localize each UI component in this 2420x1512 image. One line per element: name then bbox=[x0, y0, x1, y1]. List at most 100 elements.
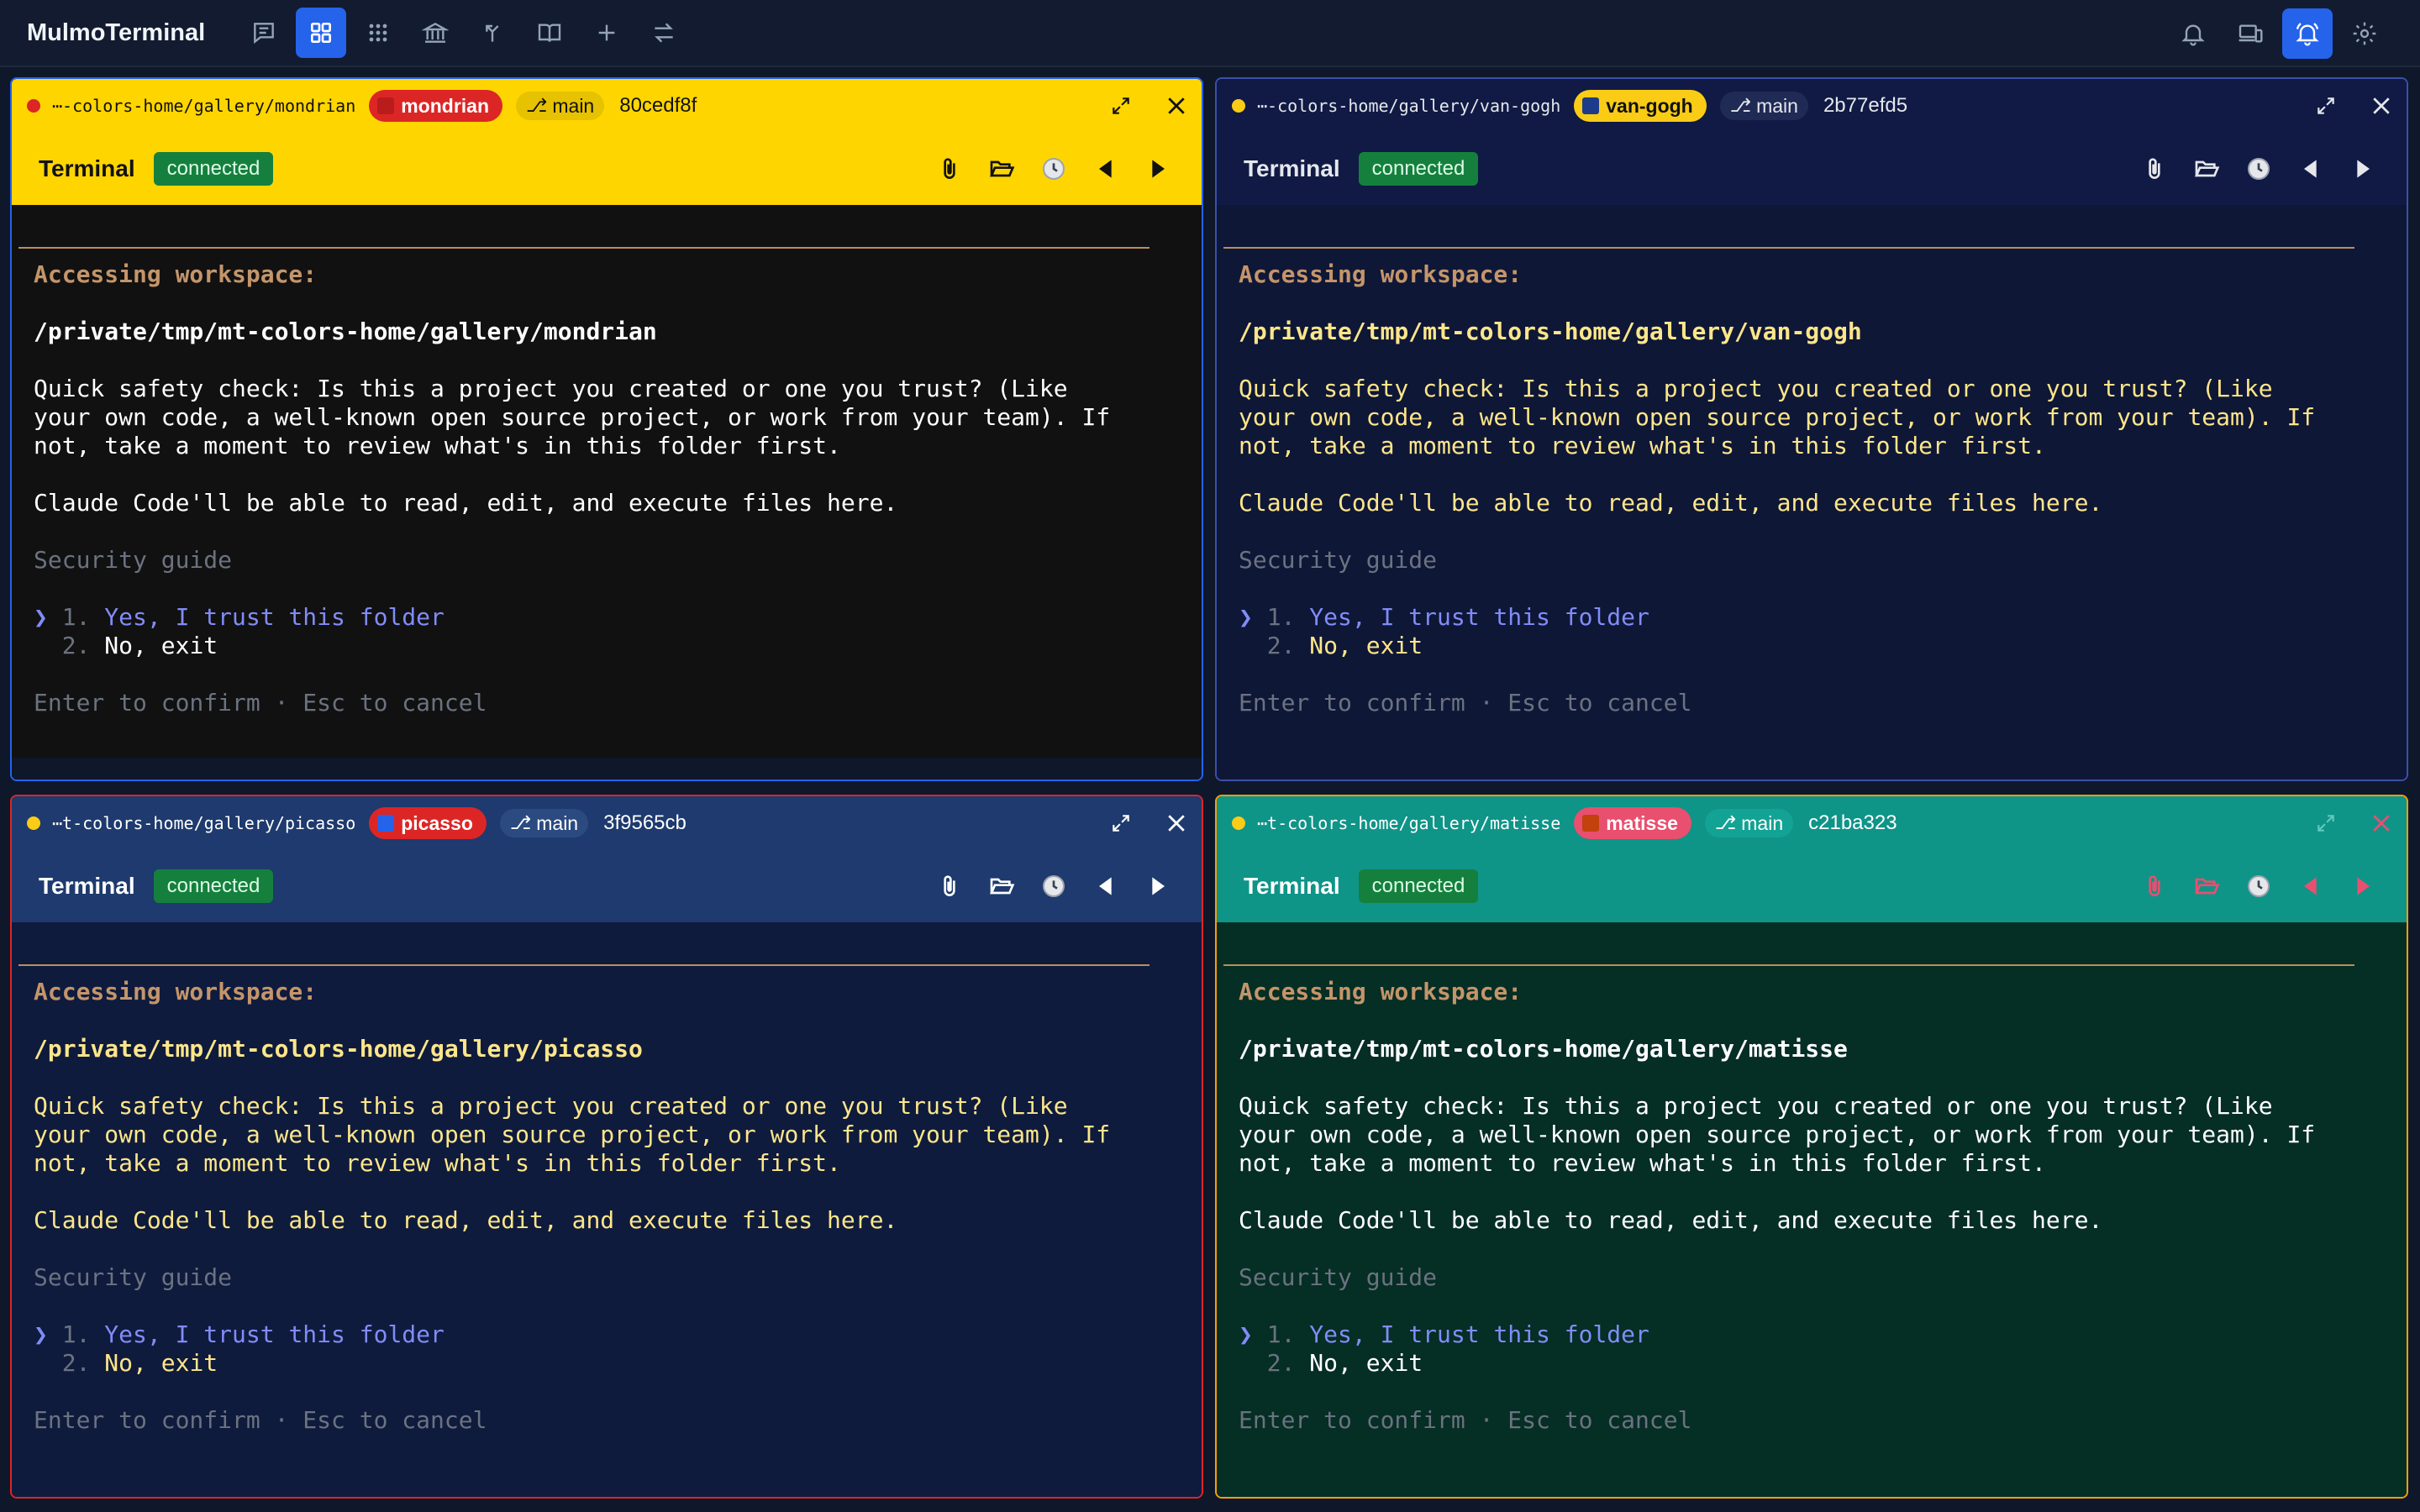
paperclip-icon[interactable] bbox=[2138, 869, 2171, 903]
previous-icon[interactable] bbox=[1089, 869, 1123, 903]
terminal-footer-strip bbox=[1217, 1475, 2407, 1497]
workspace-tag[interactable]: mondrian bbox=[369, 90, 503, 122]
accessing-heading: Accessing workspace: bbox=[1239, 260, 1523, 288]
expand-icon[interactable] bbox=[2311, 91, 2341, 121]
grid-icon[interactable] bbox=[296, 8, 346, 58]
terminal-toolbar: Terminal connected bbox=[1217, 850, 2407, 922]
terminal-output[interactable]: Accessing workspace: /private/tmp/mt-col… bbox=[12, 922, 1202, 1497]
key-hint: Enter to confirm · Esc to cancel bbox=[1239, 689, 1692, 717]
book-icon[interactable] bbox=[524, 8, 575, 58]
tag-label: matisse bbox=[1606, 811, 1678, 834]
plus-icon[interactable] bbox=[581, 8, 632, 58]
workspace-path: ⋯-colors-home/gallery/mondrian bbox=[52, 96, 356, 116]
option-trust[interactable]: ❯ 1. Yes, I trust this folder bbox=[1239, 1320, 2381, 1349]
previous-icon[interactable] bbox=[2294, 152, 2328, 186]
folder-open-icon[interactable] bbox=[2190, 869, 2223, 903]
next-icon[interactable] bbox=[1141, 152, 1175, 186]
security-guide-link[interactable]: Security guide bbox=[1239, 1263, 2381, 1292]
clock-icon[interactable] bbox=[2242, 152, 2275, 186]
option-exit[interactable]: 2. No, exit bbox=[34, 1349, 1176, 1378]
paperclip-icon[interactable] bbox=[933, 869, 966, 903]
option-label: Yes, I trust this folder bbox=[1309, 603, 1649, 631]
option-trust[interactable]: ❯ 1. Yes, I trust this folder bbox=[1239, 603, 2381, 632]
key-hint: Enter to confirm · Esc to cancel bbox=[34, 1406, 487, 1434]
close-icon[interactable] bbox=[1161, 808, 1192, 838]
security-guide-link[interactable]: Security guide bbox=[1239, 546, 2381, 575]
app-title: MulmoTerminal bbox=[27, 18, 206, 46]
terminal-title: Terminal bbox=[39, 873, 135, 899]
bell-ring-icon[interactable] bbox=[2282, 8, 2333, 59]
swap-icon[interactable] bbox=[639, 8, 689, 58]
paperclip-icon[interactable] bbox=[933, 152, 966, 186]
option-exit[interactable]: 2. No, exit bbox=[1239, 632, 2381, 660]
terminal-title: Terminal bbox=[1244, 873, 1340, 899]
expand-icon[interactable] bbox=[2311, 808, 2341, 838]
option-exit[interactable]: 2. No, exit bbox=[1239, 1349, 2381, 1378]
next-icon[interactable] bbox=[2346, 152, 2380, 186]
status-dot bbox=[27, 99, 40, 113]
previous-icon[interactable] bbox=[2294, 869, 2328, 903]
accessing-heading: Accessing workspace: bbox=[1239, 978, 1523, 1005]
merge-icon[interactable] bbox=[467, 8, 518, 58]
safety-check-line-2: your own code, a well-known open source … bbox=[1239, 1121, 2316, 1148]
option-trust[interactable]: ❯ 1. Yes, I trust this folder bbox=[34, 603, 1176, 632]
close-icon[interactable] bbox=[2366, 91, 2396, 121]
terminal-footer-strip bbox=[12, 1475, 1202, 1497]
terminal-output[interactable]: Accessing workspace: /private/tmp/mt-col… bbox=[1217, 922, 2407, 1497]
safety-check-line-2: your own code, a well-known open source … bbox=[34, 403, 1111, 431]
workspace-path: ⋯-colors-home/gallery/van-gogh bbox=[1257, 96, 1561, 116]
workspace-tag[interactable]: picasso bbox=[369, 807, 487, 839]
terminal-footer-strip bbox=[1217, 758, 2407, 780]
top-nav bbox=[239, 8, 689, 58]
status-dot bbox=[1232, 99, 1245, 113]
close-icon[interactable] bbox=[2366, 808, 2396, 838]
branch-chip: ⎇ main bbox=[516, 92, 605, 120]
branch-label: main bbox=[552, 94, 595, 117]
folder-open-icon[interactable] bbox=[985, 152, 1018, 186]
clock-icon[interactable] bbox=[1037, 152, 1071, 186]
next-icon[interactable] bbox=[2346, 869, 2380, 903]
option-number: 1. bbox=[1266, 603, 1296, 631]
safety-check-line-1: Quick safety check: Is this a project yo… bbox=[1239, 1092, 2273, 1120]
chat-icon[interactable] bbox=[239, 8, 289, 58]
workspace-full-path: /private/tmp/mt-colors-home/gallery/mond… bbox=[34, 318, 657, 345]
terminal-output[interactable]: Accessing workspace: /private/tmp/mt-col… bbox=[12, 205, 1202, 780]
tag-swatch bbox=[377, 815, 395, 832]
apps-icon[interactable] bbox=[353, 8, 403, 58]
selection-cursor: ❯ bbox=[34, 603, 48, 631]
workspace-full-path: /private/tmp/mt-colors-home/gallery/pica… bbox=[34, 1035, 643, 1063]
option-label: No, exit bbox=[1309, 1349, 1423, 1377]
paperclip-icon[interactable] bbox=[2138, 152, 2171, 186]
bell-icon[interactable] bbox=[2168, 8, 2218, 59]
workspace-tag[interactable]: van-gogh bbox=[1574, 90, 1707, 122]
folder-open-icon[interactable] bbox=[2190, 152, 2223, 186]
terminal-output[interactable]: Accessing workspace: /private/tmp/mt-col… bbox=[1217, 205, 2407, 780]
option-number: 2. bbox=[1266, 1349, 1296, 1377]
clock-icon[interactable] bbox=[2242, 869, 2275, 903]
option-label: Yes, I trust this folder bbox=[104, 603, 445, 631]
status-dot bbox=[1232, 816, 1245, 830]
next-icon[interactable] bbox=[1141, 869, 1175, 903]
expand-icon[interactable] bbox=[1106, 91, 1136, 121]
folder-open-icon[interactable] bbox=[985, 869, 1018, 903]
devices-icon[interactable] bbox=[2225, 8, 2275, 59]
git-branch-icon: ⎇ bbox=[509, 812, 532, 833]
tag-swatch bbox=[1582, 97, 1600, 114]
previous-icon[interactable] bbox=[1089, 152, 1123, 186]
security-guide-link[interactable]: Security guide bbox=[34, 1263, 1176, 1292]
safety-check-line-3: not, take a moment to review what's in t… bbox=[34, 1149, 841, 1177]
status-badge: connected bbox=[153, 869, 274, 903]
close-icon[interactable] bbox=[1161, 91, 1192, 121]
clock-icon[interactable] bbox=[1037, 869, 1071, 903]
gear-icon[interactable] bbox=[2339, 8, 2390, 59]
expand-icon[interactable] bbox=[1106, 808, 1136, 838]
option-exit[interactable]: 2. No, exit bbox=[34, 632, 1176, 660]
option-trust[interactable]: ❯ 1. Yes, I trust this folder bbox=[34, 1320, 1176, 1349]
workspace-tag[interactable]: matisse bbox=[1574, 807, 1691, 839]
option-label: No, exit bbox=[104, 1349, 218, 1377]
security-guide-link[interactable]: Security guide bbox=[34, 546, 1176, 575]
bank-icon[interactable] bbox=[410, 8, 460, 58]
safety-check-line-3: not, take a moment to review what's in t… bbox=[1239, 432, 2046, 459]
permission-notice: Claude Code'll be able to read, edit, an… bbox=[34, 1206, 898, 1234]
commit-sha: 3f9565cb bbox=[603, 811, 687, 834]
